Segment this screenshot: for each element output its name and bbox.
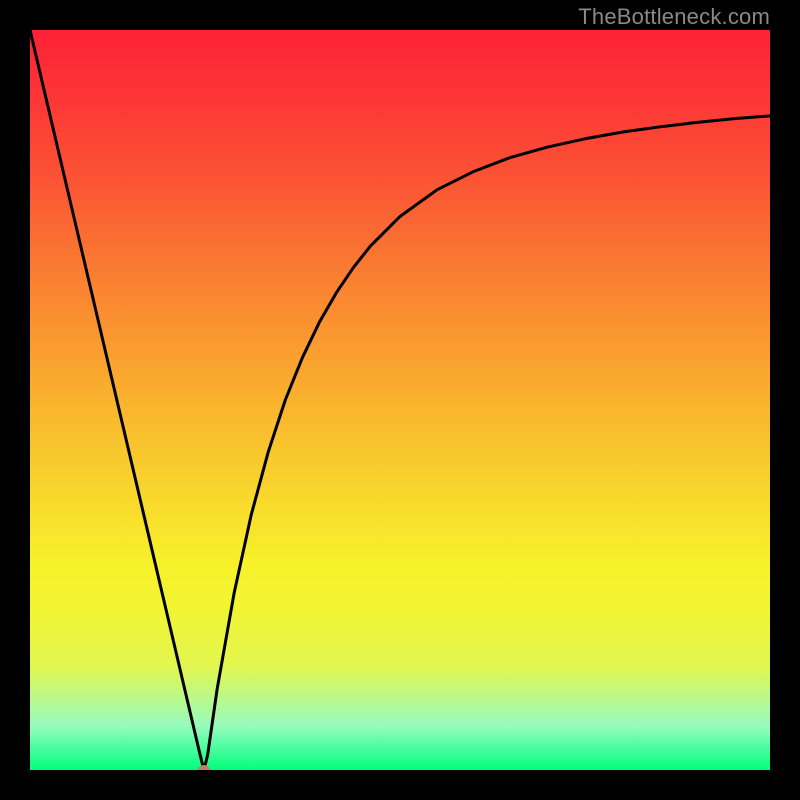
watermark-text: TheBottleneck.com [578, 4, 770, 30]
chart-svg [30, 30, 770, 770]
chart-background [30, 30, 770, 770]
chart-frame [30, 30, 770, 770]
